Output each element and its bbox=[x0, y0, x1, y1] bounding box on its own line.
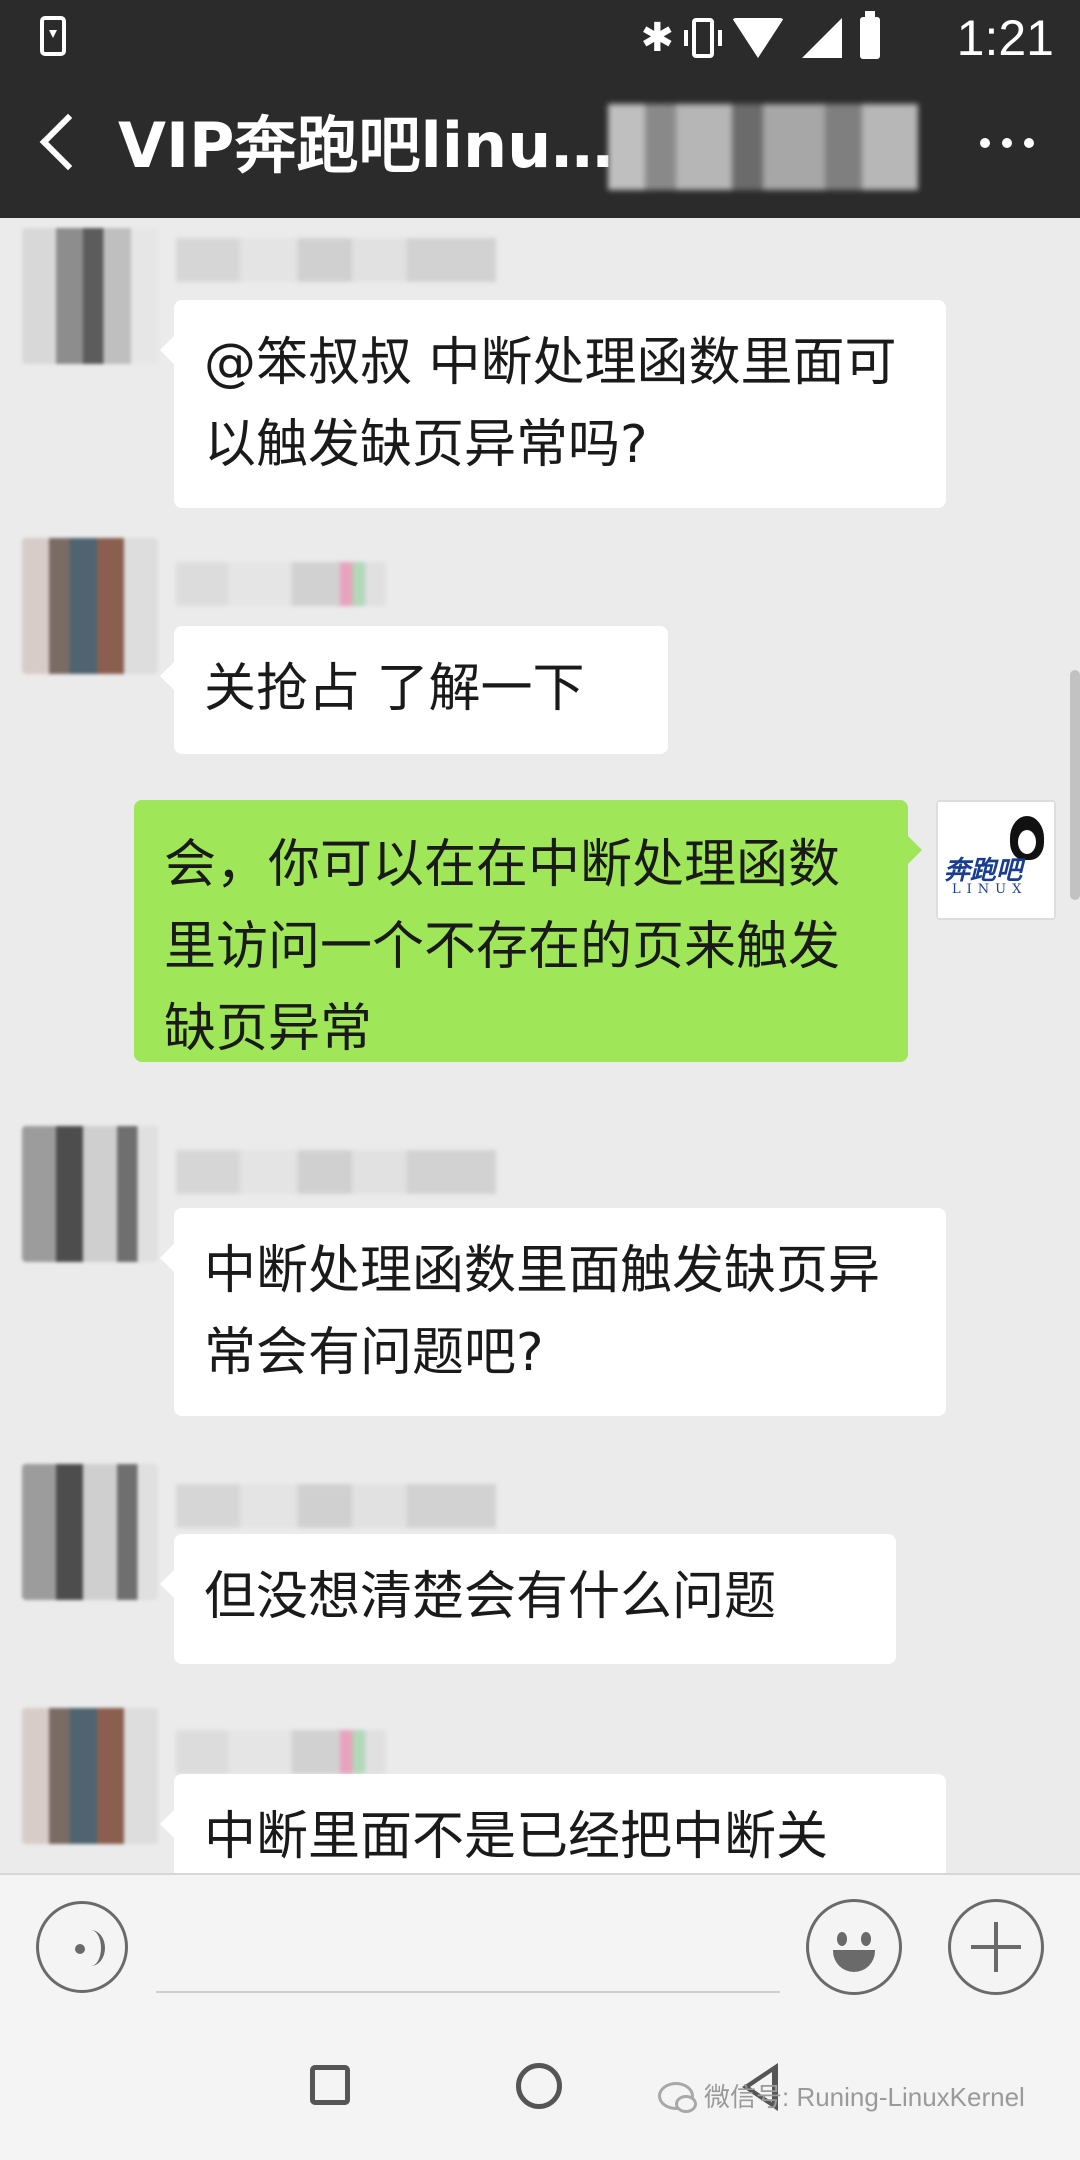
sender-name-blur bbox=[176, 238, 496, 282]
message-bubble[interactable]: 关抢占 了解一下 bbox=[160, 626, 668, 754]
sender-name-blur bbox=[176, 1484, 496, 1528]
plus-icon[interactable] bbox=[948, 1899, 1044, 1995]
avatar[interactable] bbox=[22, 538, 158, 674]
home-icon[interactable] bbox=[516, 2063, 562, 2109]
message-bubble[interactable]: 中断里面不是已经把中断关 bbox=[160, 1774, 946, 1873]
status-icons: ✱ bbox=[640, 11, 880, 62]
message-bubble[interactable]: 但没想清楚会有什么问题 bbox=[160, 1534, 896, 1664]
message-bubble-self[interactable]: 会，你可以在在中断处理函数里访问一个不存在的页来触发 缺页异常 bbox=[134, 800, 922, 1062]
system-nav-bar: 微信号: Runing-LinuxKernel bbox=[0, 2015, 1080, 2160]
title-blur-mosaic bbox=[608, 104, 918, 190]
avatar[interactable] bbox=[22, 1708, 158, 1844]
vibrate-icon bbox=[684, 18, 722, 58]
sender-name-blur bbox=[176, 1730, 386, 1774]
self-avatar[interactable]: 奔跑吧 LINUX bbox=[936, 800, 1056, 920]
status-bar: ✱ 1:21 bbox=[0, 0, 1080, 76]
avatar[interactable] bbox=[22, 228, 158, 364]
more-dots-icon[interactable] bbox=[980, 138, 1034, 148]
message-input[interactable] bbox=[156, 1991, 780, 1993]
battery-icon bbox=[860, 11, 880, 59]
scrollbar-thumb[interactable] bbox=[1070, 670, 1080, 900]
logo-subtext: LINUX bbox=[952, 882, 1028, 897]
recent-apps-icon[interactable] bbox=[310, 2065, 350, 2105]
avatar[interactable] bbox=[22, 1464, 158, 1600]
wifi-icon bbox=[732, 18, 784, 58]
download-icon bbox=[40, 16, 66, 56]
back-arrow-icon[interactable] bbox=[39, 113, 97, 171]
message-input-bar bbox=[0, 1873, 1080, 2015]
emoji-icon[interactable] bbox=[806, 1899, 902, 1995]
avatar[interactable] bbox=[22, 1126, 158, 1262]
signal-icon bbox=[802, 18, 842, 58]
wechat-icon bbox=[658, 2081, 697, 2113]
sender-name-blur bbox=[176, 562, 386, 606]
watermark: 微信号: Runing-LinuxKernel bbox=[658, 2077, 1025, 2114]
watermark-text: 微信号: Runing-LinuxKernel bbox=[704, 2082, 1025, 2112]
sender-name-blur bbox=[176, 1150, 496, 1194]
clock: 1:21 bbox=[956, 10, 1054, 66]
message-bubble[interactable]: @笨叔叔 中断处理函数里面可以触发缺页异常吗? bbox=[160, 300, 946, 508]
bluetooth-icon: ✱ bbox=[640, 15, 674, 61]
voice-icon[interactable] bbox=[36, 1901, 128, 1993]
chat-title-bar: VIP奔跑吧linu… bbox=[0, 76, 1080, 218]
chat-title: VIP奔跑吧linu… bbox=[118, 109, 614, 182]
message-bubble[interactable]: 中断处理函数里面触发缺页异常会有问题吧? bbox=[160, 1208, 946, 1416]
chat-message-list[interactable]: @笨叔叔 中断处理函数里面可以触发缺页异常吗? 关抢占 了解一下 会，你可以在在… bbox=[0, 218, 1080, 1873]
